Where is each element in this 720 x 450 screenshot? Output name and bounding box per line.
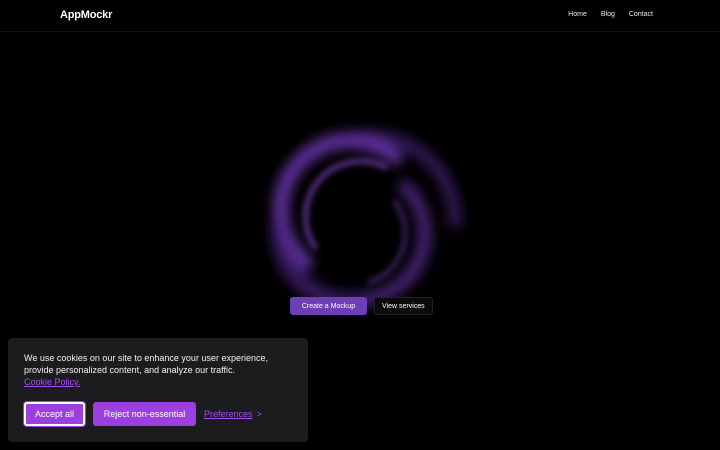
create-mockup-button[interactable]: Create a Mockup (290, 297, 367, 315)
page: AppMockr Home Blog Contact Create a Mock… (0, 0, 720, 450)
main-nav: Home Blog Contact (568, 11, 653, 18)
view-services-button[interactable]: View services (374, 297, 433, 315)
cookie-message: We use cookies on our site to enhance yo… (24, 352, 286, 388)
reject-non-essential-button[interactable]: Reject non-essential (93, 402, 196, 426)
chevron-right-icon: > (256, 409, 262, 419)
preferences-label: Preferences (204, 409, 253, 419)
nav-contact-link[interactable]: Contact (629, 11, 653, 18)
nav-blog-link[interactable]: Blog (601, 11, 615, 18)
accept-all-button[interactable]: Accept all (24, 402, 85, 426)
cookie-message-text: We use cookies on our site to enhance yo… (24, 353, 268, 375)
nav-home-link[interactable]: Home (568, 11, 587, 18)
cookie-actions: Accept all Reject non-essential Preferen… (24, 402, 262, 426)
cookie-policy-link[interactable]: Cookie Policy. (24, 376, 80, 388)
site-header: AppMockr Home Blog Contact (0, 0, 720, 32)
cookie-banner: We use cookies on our site to enhance yo… (8, 338, 308, 442)
preferences-link[interactable]: Preferences > (204, 409, 262, 419)
logo[interactable]: AppMockr (60, 9, 112, 21)
hero-actions: Create a Mockup View services (290, 297, 433, 315)
